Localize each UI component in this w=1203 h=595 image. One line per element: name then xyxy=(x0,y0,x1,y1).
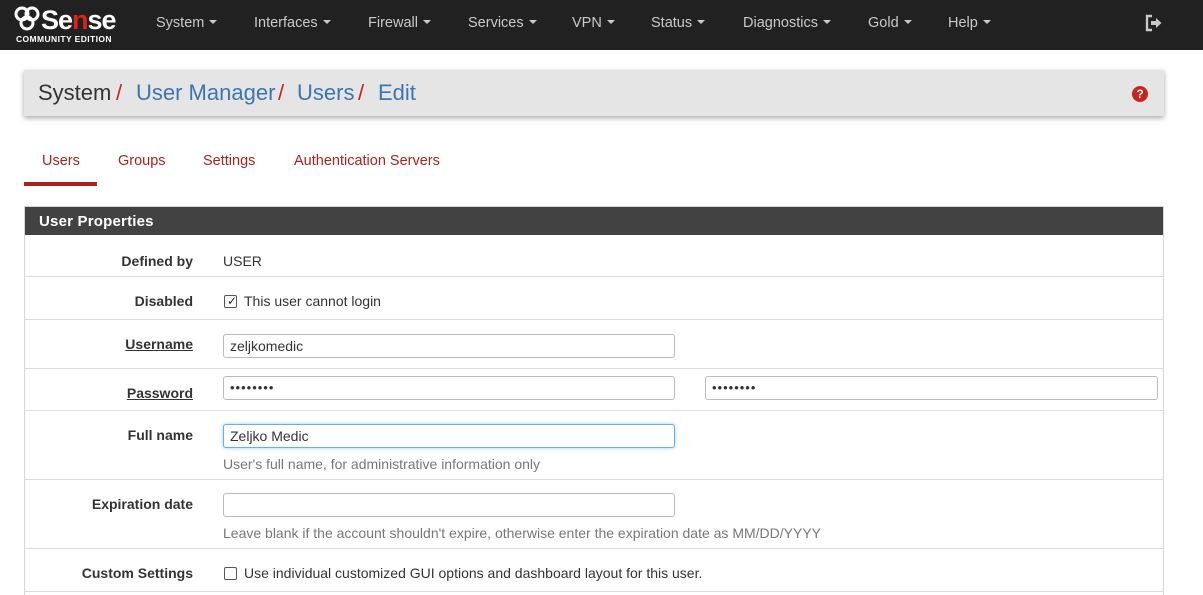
logo-text-prefix: Se xyxy=(41,5,73,35)
custom-settings-label: Custom Settings xyxy=(81,565,193,581)
nav-gold-label: Gold xyxy=(868,15,899,31)
row-divider xyxy=(25,319,1163,320)
disabled-checkbox[interactable]: ✓ xyxy=(224,294,238,308)
chevron-down-icon xyxy=(322,20,331,24)
row-divider xyxy=(25,479,1163,480)
nav-interfaces[interactable]: Interfaces xyxy=(254,0,331,50)
full-name-field[interactable]: Zeljko Medic xyxy=(223,424,675,448)
nav-vpn-label: VPN xyxy=(572,15,602,31)
nav-system[interactable]: System xyxy=(156,0,218,50)
breadcrumb-separator: / xyxy=(358,80,365,105)
breadcrumb-root: System xyxy=(38,80,112,105)
breadcrumb-separator: / xyxy=(116,80,123,105)
custom-settings-checkbox[interactable] xyxy=(224,567,237,580)
breadcrumb-edit[interactable]: Edit xyxy=(378,80,416,106)
nav-interfaces-label: Interfaces xyxy=(254,15,318,31)
full-name-label: Full name xyxy=(127,427,193,443)
password-field[interactable]: •••••••• xyxy=(223,376,675,400)
nav-services[interactable]: Services xyxy=(468,0,537,50)
row-divider xyxy=(25,410,1163,411)
nav-diagnostics-label: Diagnostics xyxy=(743,15,818,31)
row-divider xyxy=(25,591,1163,592)
chevron-down-icon xyxy=(606,20,615,24)
panel-title: User Properties xyxy=(25,207,1163,235)
breadcrumb-user-manager[interactable]: User Manager xyxy=(136,80,275,106)
breadcrumb: System / User Manager / Users / Edit ? xyxy=(24,70,1164,116)
nav-services-label: Services xyxy=(468,15,524,31)
username-label: Username xyxy=(125,336,193,352)
question-circle-icon[interactable]: ? xyxy=(1132,86,1148,102)
nav-diagnostics[interactable]: Diagnostics xyxy=(743,0,831,50)
logo-text-highlight: n xyxy=(72,5,88,35)
full-name-help: User's full name, for administrative inf… xyxy=(223,456,541,472)
nav-help[interactable]: Help xyxy=(948,0,991,50)
breadcrumb-users[interactable]: Users xyxy=(297,80,354,106)
nav-firewall[interactable]: Firewall xyxy=(368,0,431,50)
password-label: Password xyxy=(126,385,193,401)
nav-system-label: System xyxy=(156,15,205,31)
row-divider xyxy=(25,368,1163,369)
row-divider xyxy=(25,276,1163,277)
chevron-down-icon xyxy=(528,20,537,24)
nav-status[interactable]: Status xyxy=(651,0,706,50)
row-divider xyxy=(25,548,1163,549)
expiration-date-field[interactable] xyxy=(223,493,675,517)
user-properties-panel: User Properties Defined by USER Disabled… xyxy=(24,206,1164,595)
tab-authentication-servers[interactable]: Authentication Servers xyxy=(294,150,440,186)
sign-out-icon[interactable] xyxy=(1145,14,1163,32)
nav-help-label: Help xyxy=(948,15,978,31)
disabled-label: Disabled xyxy=(134,293,193,309)
logo-gear-icon xyxy=(14,6,40,31)
nav-status-label: Status xyxy=(651,15,693,31)
tab-groups[interactable]: Groups xyxy=(118,150,166,186)
nav-vpn[interactable]: VPN xyxy=(572,0,615,50)
chevron-down-icon xyxy=(903,20,912,24)
chevron-down-icon xyxy=(209,20,218,24)
custom-settings-checkbox-text: Use individual customized GUI options an… xyxy=(244,565,703,581)
defined-by-value: USER xyxy=(223,253,262,269)
expiration-date-label: Expiration date xyxy=(91,496,193,512)
logo-wordmark: Sense xyxy=(14,4,117,36)
defined-by-label: Defined by xyxy=(121,253,193,269)
logo-text-suffix: se xyxy=(87,5,117,35)
chevron-down-icon xyxy=(697,20,706,24)
tab-users[interactable]: Users xyxy=(24,150,97,186)
username-field[interactable]: zeljkomedic xyxy=(223,334,675,358)
tab-settings[interactable]: Settings xyxy=(203,150,255,186)
nav-firewall-label: Firewall xyxy=(368,15,418,31)
nav-gold[interactable]: Gold xyxy=(868,0,912,50)
breadcrumb-separator: / xyxy=(278,80,285,105)
check-icon: ✓ xyxy=(227,294,238,308)
top-navbar: Sense COMMUNITY EDITION System Interface… xyxy=(0,0,1203,50)
logo-edition: COMMUNITY EDITION xyxy=(16,34,112,44)
pfsense-logo[interactable]: Sense COMMUNITY EDITION xyxy=(14,4,126,44)
chevron-down-icon xyxy=(422,20,431,24)
chevron-down-icon xyxy=(982,20,991,24)
expiration-date-help: Leave blank if the account shouldn't exp… xyxy=(223,525,822,541)
password-confirm-field[interactable]: •••••••• xyxy=(705,376,1158,400)
chevron-down-icon xyxy=(822,20,831,24)
disabled-checkbox-text: This user cannot login xyxy=(244,293,381,309)
